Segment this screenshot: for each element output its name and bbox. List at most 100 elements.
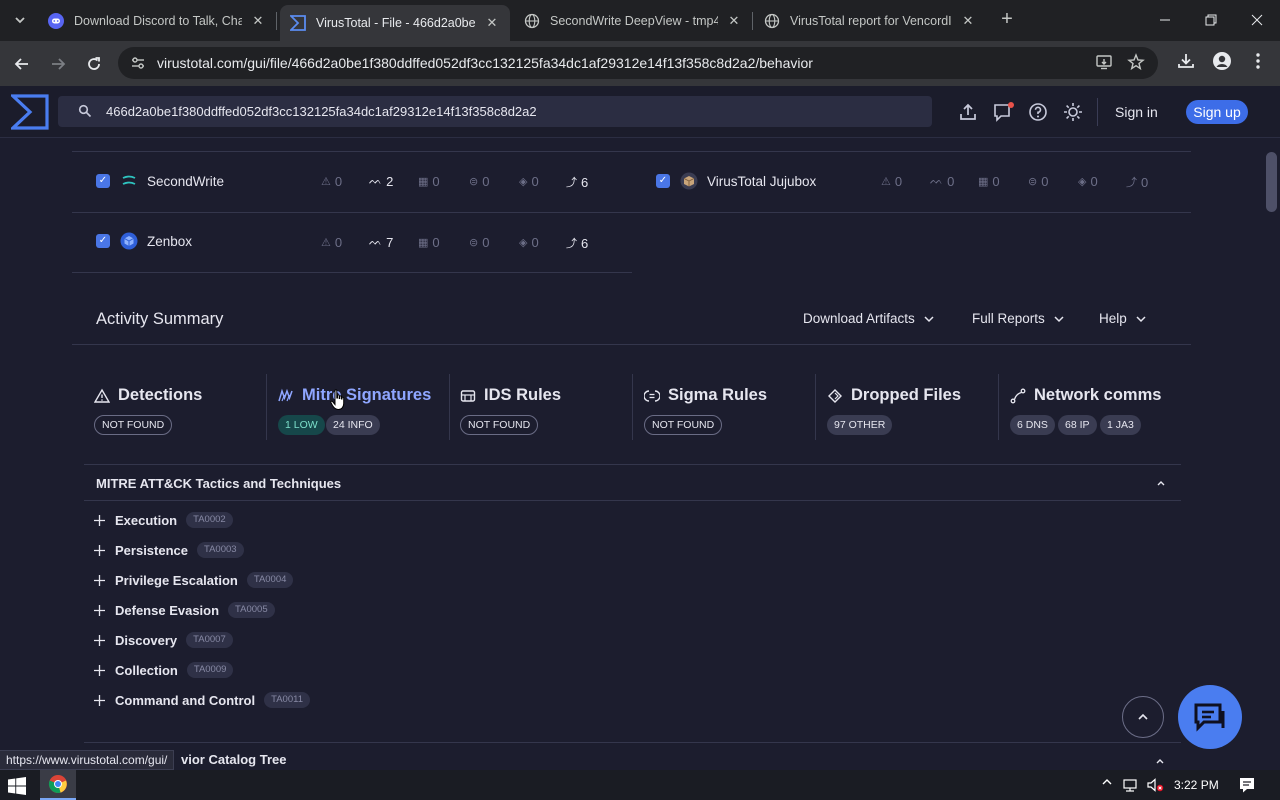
card-title-text: Network comms bbox=[1034, 386, 1162, 404]
divider bbox=[84, 742, 1181, 743]
card-sigma-rules[interactable]: Sigma Rules NOT FOUND bbox=[644, 374, 814, 440]
tab-title: Download Discord to Talk, Chat bbox=[74, 13, 242, 28]
sandbox-zenbox[interactable]: ✓ Zenbox bbox=[96, 229, 192, 253]
close-tab-icon[interactable]: ✕ bbox=[484, 15, 500, 31]
tactic-discovery[interactable]: Discovery TA0007 bbox=[94, 630, 233, 650]
expand-plus-icon[interactable] bbox=[94, 544, 105, 556]
tactic-persistence[interactable]: Persistence TA0003 bbox=[94, 540, 244, 560]
warning-icon bbox=[94, 388, 110, 403]
search-input[interactable] bbox=[106, 96, 906, 127]
stat-detections: ⚠ 0 bbox=[321, 235, 342, 250]
close-tab-icon[interactable]: ✕ bbox=[726, 13, 742, 29]
sandbox-checkbox[interactable]: ✓ bbox=[656, 174, 670, 188]
header-divider bbox=[1097, 98, 1098, 126]
close-tab-icon[interactable]: ✕ bbox=[250, 13, 266, 29]
mitre-icon: ᨓ bbox=[369, 236, 383, 248]
close-window-button[interactable] bbox=[1234, 0, 1280, 40]
stat-value: 0 bbox=[1041, 174, 1049, 189]
tab-vencord[interactable]: VirusTotal report for VencordIn ✕ bbox=[754, 6, 986, 35]
scrollbar-thumb[interactable] bbox=[1266, 152, 1277, 212]
card-title: Dropped Files bbox=[827, 386, 961, 405]
notification-center-icon[interactable] bbox=[1238, 776, 1256, 794]
expand-plus-icon[interactable] bbox=[94, 694, 105, 706]
help-menu[interactable]: Help bbox=[1099, 311, 1146, 326]
theme-toggle-icon[interactable] bbox=[1063, 102, 1083, 122]
sandbox-jujubox[interactable]: ✓ VirusTotal Jujubox bbox=[656, 169, 816, 193]
network-tray-icon[interactable] bbox=[1121, 776, 1139, 794]
card-network-comms[interactable]: Network comms 6 DNS 68 IP 1 JA3 bbox=[1010, 374, 1180, 440]
reload-button[interactable] bbox=[81, 51, 107, 77]
card-title: IDS Rules bbox=[460, 386, 561, 405]
kebab-menu-icon[interactable] bbox=[1246, 51, 1270, 75]
ids-icon: ▦ bbox=[978, 176, 989, 188]
mitre-section-title: MITRE ATT&CK Tactics and Techniques bbox=[96, 476, 342, 491]
card-dropped-files[interactable]: Dropped Files 97 OTHER bbox=[827, 374, 997, 440]
stat-value: 0 bbox=[947, 174, 955, 189]
card-ids-rules[interactable]: IDS Rules NOT FOUND bbox=[460, 374, 630, 440]
expand-plus-icon[interactable] bbox=[94, 664, 105, 676]
tactic-command-and-control[interactable]: Command and Control TA0011 bbox=[94, 690, 310, 710]
sign-in-link[interactable]: Sign in bbox=[1115, 101, 1158, 123]
chat-support-button[interactable] bbox=[1178, 685, 1242, 749]
tab-discord[interactable]: Download Discord to Talk, Chat ✕ bbox=[38, 6, 276, 35]
tactic-name: Command and Control bbox=[115, 692, 256, 708]
back-button[interactable] bbox=[9, 51, 35, 77]
chevron-up-icon[interactable] bbox=[1154, 755, 1166, 767]
behavior-catalog-title[interactable]: vior Catalog Tree bbox=[181, 752, 286, 767]
tactic-id-badge: TA0005 bbox=[228, 602, 275, 618]
tactic-privilege-escalation[interactable]: Privilege Escalation TA0004 bbox=[94, 570, 294, 590]
sandbox-checkbox[interactable]: ✓ bbox=[96, 234, 110, 248]
forward-button[interactable] bbox=[45, 51, 71, 77]
windows-start-icon[interactable] bbox=[8, 777, 26, 795]
taskbar-clock[interactable]: 3:22 PM bbox=[1174, 778, 1219, 792]
download-artifacts-menu[interactable]: Download Artifacts bbox=[803, 311, 934, 326]
tactic-id-badge: TA0007 bbox=[186, 632, 233, 648]
expand-plus-icon[interactable] bbox=[94, 634, 105, 646]
profile-icon[interactable] bbox=[1210, 51, 1234, 75]
sandbox-checkbox[interactable]: ✓ bbox=[96, 174, 110, 188]
expand-plus-icon[interactable] bbox=[94, 514, 105, 526]
tab-search-button[interactable] bbox=[8, 8, 32, 32]
tab-secondwrite[interactable]: SecondWrite DeepView - tmp4 ✕ bbox=[514, 6, 752, 35]
taskbar-chrome-button[interactable] bbox=[40, 770, 76, 800]
search-box[interactable] bbox=[58, 96, 932, 127]
restore-button[interactable] bbox=[1188, 0, 1234, 40]
upload-icon[interactable] bbox=[958, 102, 978, 122]
tactic-execution[interactable]: Execution TA0002 bbox=[94, 510, 233, 530]
tactic-collection[interactable]: Collection TA0009 bbox=[94, 660, 234, 680]
download-icon[interactable] bbox=[1174, 51, 1198, 75]
mitre-section-header[interactable]: MITRE ATT&CK Tactics and Techniques bbox=[84, 464, 1181, 501]
address-url[interactable]: virustotal.com/gui/file/466d2a0be1f380dd… bbox=[157, 55, 813, 71]
sandbox-secondwrite[interactable]: ✓ SecondWrite bbox=[96, 169, 224, 193]
bookmark-star-icon[interactable] bbox=[1125, 53, 1147, 75]
tactic-defense-evasion[interactable]: Defense Evasion TA0005 bbox=[94, 600, 275, 620]
card-title-text[interactable]: Mitre Signatures bbox=[302, 386, 431, 405]
card-detections[interactable]: Detections NOT FOUND bbox=[94, 374, 264, 440]
tray-chevron-up-icon[interactable] bbox=[1098, 776, 1116, 794]
notifications-icon[interactable] bbox=[993, 102, 1014, 122]
scroll-to-top-button[interactable] bbox=[1122, 696, 1164, 738]
full-reports-menu[interactable]: Full Reports bbox=[972, 311, 1064, 326]
minimize-button[interactable] bbox=[1142, 0, 1188, 40]
new-tab-button[interactable]: + bbox=[996, 9, 1018, 31]
chevron-down-icon bbox=[1054, 315, 1064, 322]
expand-plus-icon[interactable] bbox=[94, 604, 105, 616]
status-badge: 24 INFO bbox=[326, 415, 380, 435]
expand-plus-icon[interactable] bbox=[94, 574, 105, 586]
address-bar[interactable]: virustotal.com/gui/file/466d2a0be1f380dd… bbox=[118, 47, 1158, 79]
stat-value: 0 bbox=[334, 174, 343, 189]
tab-virustotal[interactable]: VirusTotal - File - 466d2a0be1f3 ✕ bbox=[280, 5, 510, 41]
close-tab-icon[interactable]: ✕ bbox=[960, 13, 976, 29]
help-icon[interactable] bbox=[1028, 102, 1048, 122]
card-mitre-signatures[interactable]: Mitre Signatures 1 LOW 24 INFO bbox=[278, 374, 448, 440]
virustotal-logo-icon[interactable] bbox=[8, 94, 49, 130]
volume-muted-icon[interactable] bbox=[1146, 776, 1164, 794]
chevron-up-icon[interactable] bbox=[1155, 477, 1167, 489]
tactic-id-badge: TA0002 bbox=[186, 512, 233, 528]
stat-value: 0 bbox=[531, 174, 539, 189]
site-info-icon[interactable] bbox=[130, 55, 146, 71]
page-scrollbar[interactable] bbox=[1264, 139, 1280, 776]
sign-up-button[interactable]: Sign up bbox=[1186, 100, 1248, 124]
install-app-icon[interactable] bbox=[1093, 53, 1115, 75]
tab-divider bbox=[752, 12, 753, 30]
